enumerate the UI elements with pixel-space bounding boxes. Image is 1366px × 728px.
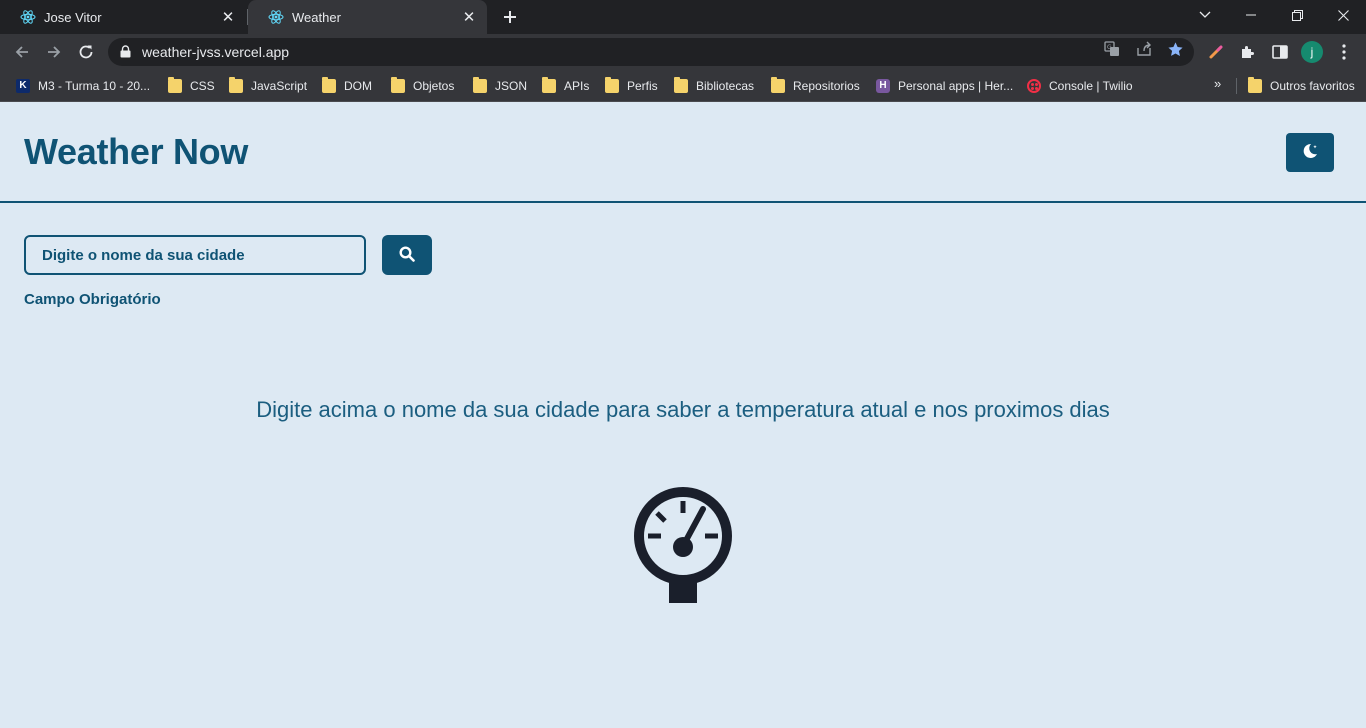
folder-icon — [1248, 77, 1262, 93]
back-button[interactable] — [10, 40, 34, 64]
bookmark-label: CSS — [190, 79, 215, 93]
bookmark-label: Personal apps | Her... — [898, 79, 1014, 93]
lock-icon[interactable] — [120, 45, 131, 63]
bookmarks-overflow-button[interactable]: » — [1214, 76, 1221, 91]
translate-icon[interactable]: G — [1103, 40, 1121, 58]
weather-app: Weather Now Campo Obrigatório Digite aci… — [0, 103, 1366, 728]
pen-extension-icon[interactable] — [1206, 42, 1226, 62]
menu-kebab-icon[interactable] — [1334, 42, 1354, 62]
extensions-puzzle-icon[interactable] — [1238, 42, 1258, 62]
empty-state-message: Digite acima o nome da sua cidade para s… — [256, 397, 1110, 422]
bookmark-label: M3 - Turma 10 - 20... — [38, 79, 151, 93]
heroku-icon: H — [876, 79, 890, 93]
react-icon — [268, 9, 284, 25]
twilio-icon — [1027, 79, 1041, 93]
tab-title: Jose Vitor — [44, 9, 102, 25]
close-window-button[interactable] — [1320, 0, 1366, 30]
app-title: Weather Now — [24, 131, 249, 172]
close-icon[interactable]: ✕ — [220, 9, 236, 26]
browser-tab-bar: Jose Vitor ✕ Weather ✕ — [0, 0, 1366, 34]
bookmark-star-icon[interactable] — [1166, 40, 1184, 58]
bookmarks-bar: K M3 - Turma 10 - 20... CSS JavaScript D… — [0, 70, 1366, 102]
bookmark-javascript[interactable]: JavaScript — [229, 76, 307, 96]
share-icon[interactable] — [1135, 40, 1153, 58]
address-bar[interactable]: weather-jvss.vercel.app — [108, 38, 1194, 66]
folder-icon — [473, 77, 487, 93]
folder-icon — [771, 77, 785, 93]
bookmark-label: Perfis — [627, 79, 658, 93]
folder-icon — [168, 77, 182, 93]
search-button[interactable] — [382, 235, 432, 275]
bookmark-heroku[interactable]: H Personal apps | Her... — [876, 76, 1013, 96]
theme-toggle-button[interactable] — [1286, 133, 1334, 172]
gauge-icon — [633, 486, 733, 604]
tab-title: Weather — [292, 9, 341, 25]
tab-weather[interactable]: Weather ✕ — [248, 0, 487, 34]
bookmark-label: JavaScript — [251, 79, 308, 93]
bookmark-perfis[interactable]: Perfis — [605, 76, 658, 96]
close-icon[interactable]: ✕ — [461, 9, 477, 26]
bookmark-outros-favoritos[interactable]: Outros favoritos — [1248, 76, 1355, 96]
moon-icon — [1301, 142, 1319, 163]
validation-message: Campo Obrigatório — [24, 291, 161, 308]
folder-icon — [322, 77, 336, 93]
kenzie-icon: K — [16, 79, 30, 93]
reload-button[interactable] — [74, 40, 98, 64]
bookmark-label: DOM — [344, 79, 372, 93]
city-search-input[interactable] — [24, 235, 366, 275]
bookmark-css[interactable]: CSS — [168, 76, 215, 96]
bookmark-label: JSON — [495, 79, 528, 93]
restore-button[interactable] — [1274, 0, 1320, 30]
folder-icon — [229, 77, 243, 93]
bookmark-apis[interactable]: APIs — [542, 76, 589, 96]
search-icon — [399, 245, 415, 265]
new-tab-button[interactable] — [498, 5, 522, 29]
bookmark-kenzie[interactable]: K M3 - Turma 10 - 20... — [16, 76, 150, 96]
folder-icon — [605, 77, 619, 93]
react-icon — [20, 9, 36, 25]
bookmark-label: Objetos — [413, 79, 455, 93]
bookmark-twilio[interactable]: Console | Twilio — [1027, 76, 1133, 96]
folder-icon — [391, 77, 405, 93]
bookmarks-divider — [1236, 78, 1237, 94]
bookmark-label: APIs — [564, 79, 590, 93]
bookmark-label: Outros favoritos — [1270, 79, 1355, 93]
app-header: Weather Now — [0, 103, 1366, 203]
folder-icon — [674, 77, 688, 93]
svg-text:G: G — [1107, 44, 1112, 51]
bookmark-label: Repositorios — [793, 79, 860, 93]
forward-button[interactable] — [42, 40, 66, 64]
minimize-button[interactable] — [1228, 0, 1274, 30]
bookmark-repositorios[interactable]: Repositorios — [771, 76, 860, 96]
side-panel-icon[interactable] — [1270, 42, 1290, 62]
profile-avatar[interactable]: j — [1301, 41, 1323, 63]
tab-jose-vitor[interactable]: Jose Vitor ✕ — [0, 0, 246, 34]
tab-search-icon[interactable] — [1182, 0, 1228, 30]
bookmark-json[interactable]: JSON — [473, 76, 527, 96]
bookmark-label: Console | Twilio — [1049, 79, 1133, 93]
bookmark-bibliotecas[interactable]: Bibliotecas — [674, 76, 754, 96]
bookmark-dom[interactable]: DOM — [322, 76, 372, 96]
browser-toolbar: weather-jvss.vercel.app G j — [0, 34, 1366, 70]
url-text: weather-jvss.vercel.app — [142, 44, 290, 60]
folder-icon — [542, 77, 556, 93]
bookmark-label: Bibliotecas — [696, 79, 755, 93]
bookmark-objetos[interactable]: Objetos — [391, 76, 454, 96]
